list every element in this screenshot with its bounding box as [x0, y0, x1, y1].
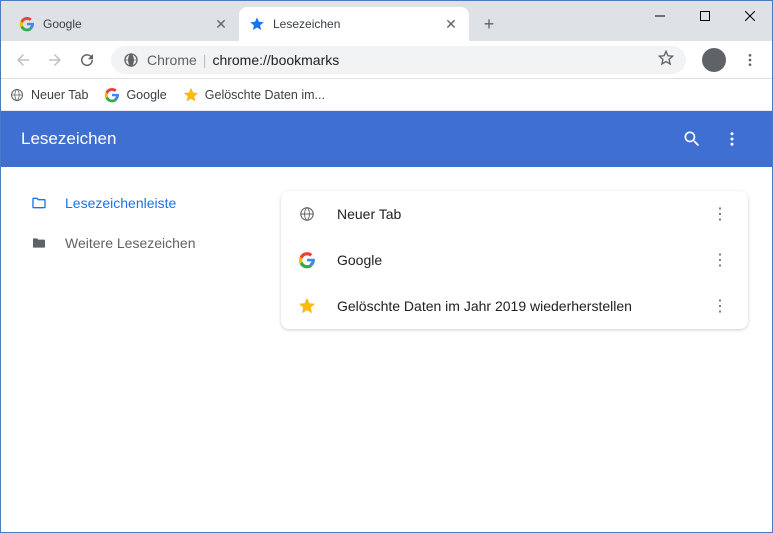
omnibox-url: chrome://bookmarks — [212, 52, 339, 68]
folder-icon — [29, 195, 49, 211]
reload-button[interactable] — [73, 46, 101, 74]
minimize-button[interactable] — [637, 1, 682, 31]
sidebar-item-label: Weitere Lesezeichen — [65, 235, 195, 251]
tab-bookmarks[interactable]: Lesezeichen ✕ — [239, 7, 469, 41]
sidebar-item-other[interactable]: Weitere Lesezeichen — [29, 223, 281, 263]
google-icon — [104, 87, 120, 103]
window-controls — [637, 1, 772, 41]
bookmark-label: Neuer Tab — [337, 206, 708, 222]
bookmark-bar-item[interactable]: Neuer Tab — [9, 87, 88, 103]
bookmark-bar-label: Neuer Tab — [31, 88, 88, 102]
more-icon[interactable]: ⋮ — [708, 250, 732, 270]
new-tab-button[interactable]: + — [475, 10, 503, 38]
omnibox[interactable]: Chrome | chrome://bookmarks — [111, 46, 686, 74]
star-yellow-icon — [183, 87, 199, 103]
close-window-button[interactable] — [727, 1, 772, 31]
bookmark-row[interactable]: Google ⋮ — [281, 237, 748, 283]
omnibox-prefix: Chrome — [147, 52, 197, 68]
main-content: Neuer Tab ⋮ Google ⋮ Gelöschte Daten im … — [281, 167, 772, 532]
bookmark-bar-item[interactable]: Gelöschte Daten im... — [183, 87, 325, 103]
bookmark-star-icon[interactable] — [658, 50, 674, 69]
bookmark-bar-label: Google — [126, 88, 166, 102]
bookmark-list: Neuer Tab ⋮ Google ⋮ Gelöschte Daten im … — [281, 191, 748, 329]
star-yellow-icon — [297, 296, 317, 316]
tab-strip: Google ✕ Lesezeichen ✕ + — [1, 7, 637, 41]
sidebar: Lesezeichenleiste Weitere Lesezeichen — [1, 167, 281, 532]
titlebar: Google ✕ Lesezeichen ✕ + — [1, 1, 772, 41]
close-icon[interactable]: ✕ — [443, 16, 459, 32]
profile-avatar[interactable] — [702, 48, 726, 72]
bookmarks-manager-body: Lesezeichenleiste Weitere Lesezeichen Ne… — [1, 167, 772, 532]
folder-icon — [29, 235, 49, 251]
site-info-icon[interactable] — [123, 52, 139, 68]
back-button[interactable] — [9, 46, 37, 74]
sidebar-item-bookmarkbar[interactable]: Lesezeichenleiste — [29, 183, 281, 223]
globe-icon — [9, 87, 25, 103]
omnibox-divider: | — [203, 52, 207, 68]
maximize-button[interactable] — [682, 1, 727, 31]
bookmark-row[interactable]: Gelöschte Daten im Jahr 2019 wiederherst… — [281, 283, 748, 329]
google-icon — [19, 16, 35, 32]
bookmark-bar-item[interactable]: Google — [104, 87, 166, 103]
bookmark-row[interactable]: Neuer Tab ⋮ — [281, 191, 748, 237]
globe-icon — [297, 204, 317, 224]
page-title: Lesezeichen — [21, 129, 672, 149]
bookmarks-bar: Neuer Tab Google Gelöschte Daten im... — [1, 79, 772, 111]
manager-menu-button[interactable] — [712, 119, 752, 159]
toolbar: Chrome | chrome://bookmarks — [1, 41, 772, 79]
bookmark-bar-label: Gelöschte Daten im... — [205, 88, 325, 102]
bookmark-label: Gelöschte Daten im Jahr 2019 wiederherst… — [337, 298, 708, 314]
tab-google[interactable]: Google ✕ — [9, 7, 239, 41]
tab-title: Lesezeichen — [273, 17, 443, 31]
search-button[interactable] — [672, 119, 712, 159]
close-icon[interactable]: ✕ — [213, 16, 229, 32]
browser-menu-button[interactable] — [736, 46, 764, 74]
google-icon — [297, 250, 317, 270]
forward-button[interactable] — [41, 46, 69, 74]
more-icon[interactable]: ⋮ — [708, 204, 732, 224]
star-icon — [249, 16, 265, 32]
more-icon[interactable]: ⋮ — [708, 296, 732, 316]
tab-title: Google — [43, 17, 213, 31]
bookmarks-manager-header: Lesezeichen — [1, 111, 772, 167]
sidebar-item-label: Lesezeichenleiste — [65, 195, 176, 211]
bookmark-label: Google — [337, 252, 708, 268]
